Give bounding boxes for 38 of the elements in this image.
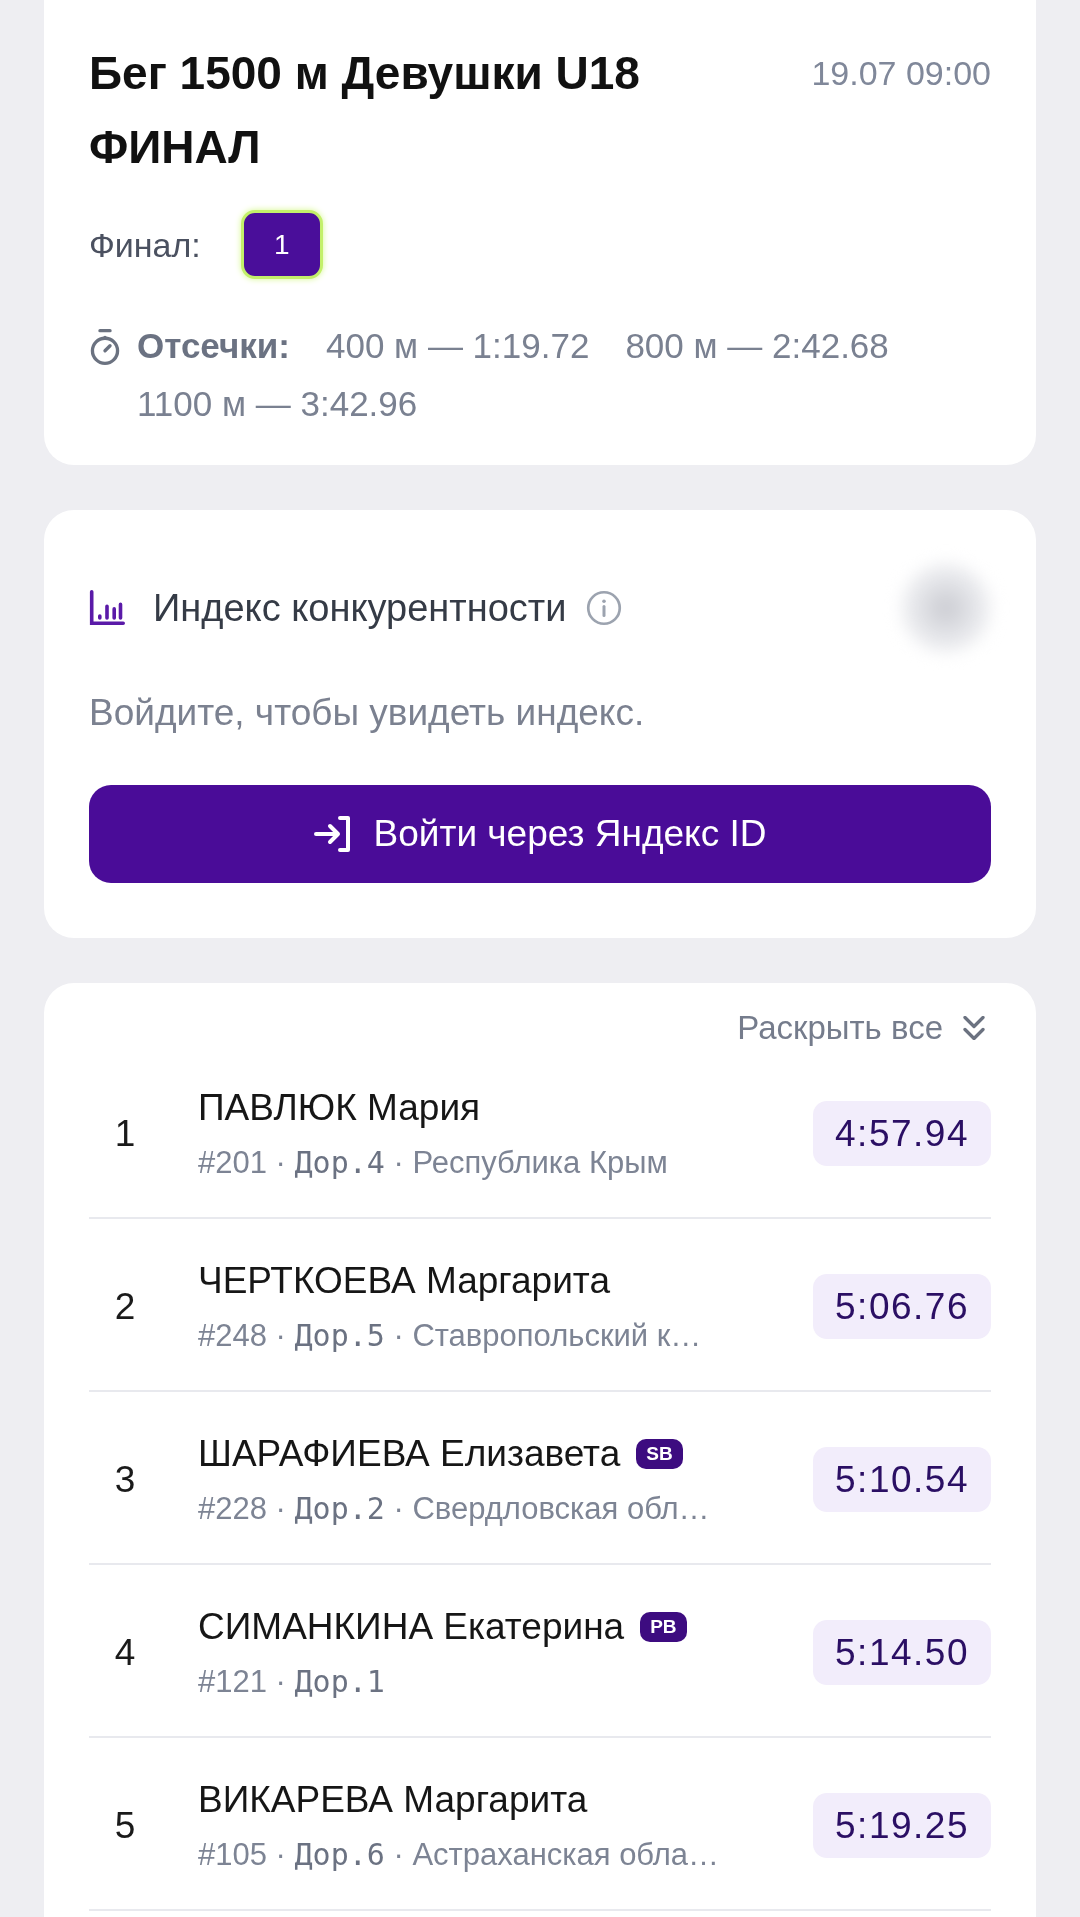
heats-label: Финал: xyxy=(89,224,201,266)
result-time: 5:19.25 xyxy=(813,1793,991,1858)
bar-chart-icon xyxy=(89,590,125,626)
athlete-name: ПАВЛЮК Мария xyxy=(198,1085,481,1130)
athlete-name: ШАРАФИЕВА Елизавета xyxy=(198,1431,621,1476)
result-time: 5:14.50 xyxy=(813,1620,991,1685)
athlete-name: ЧЕРТКОЕВА Маргарита xyxy=(198,1258,610,1303)
split-time: 400 м — 1:19.72 xyxy=(326,325,590,367)
info-icon[interactable] xyxy=(586,590,623,626)
event-title: Бег 1500 м Девушки U18 ФИНАЛ xyxy=(89,46,641,175)
place-number: 2 xyxy=(113,1285,137,1328)
event-datetime: 19.07 09:00 xyxy=(811,53,991,94)
result-time: 5:06.76 xyxy=(813,1274,991,1339)
result-time: 4:57.94 xyxy=(813,1101,991,1166)
athlete-name: ВИКАРЕВА Маргарита xyxy=(198,1777,588,1822)
athlete-details: #105 · Дор.6 · Астраханская обла… xyxy=(198,1835,721,1874)
split-time: 1100 м — 3:42.96 xyxy=(137,383,418,425)
athlete-details: #228 · Дор.2 · Свердловская обл… xyxy=(198,1489,711,1528)
heat-button[interactable]: 1 xyxy=(240,210,323,279)
login-prompt: Войдите, чтобы увидеть индекс. xyxy=(89,691,646,735)
result-time: 5:10.54 xyxy=(813,1447,991,1512)
record-tag: PB xyxy=(640,1611,687,1642)
place-number: 5 xyxy=(113,1804,137,1847)
athlete-details: #201 · Дор.4 · Республика Крым xyxy=(198,1143,669,1182)
splits-label: Отсечки: xyxy=(137,325,290,367)
record-tag: SB xyxy=(636,1438,683,1469)
place-number: 4 xyxy=(113,1631,137,1674)
stopwatch-icon xyxy=(89,329,121,365)
athlete-details: #248 · Дор.5 · Ставропольский к… xyxy=(198,1316,703,1355)
double-chevron-down-icon xyxy=(963,1015,985,1040)
athlete-details: #121 · Дор.1 xyxy=(198,1662,386,1701)
index-title: Индекс конкурентности xyxy=(153,586,567,630)
expand-all-button[interactable]: Раскрыть все xyxy=(737,1009,991,1046)
athlete-name: СИМАНКИНА Екатерина xyxy=(198,1604,625,1649)
login-button[interactable]: Войти через Яндекс ID xyxy=(89,785,991,883)
split-time: 800 м — 2:42.68 xyxy=(625,325,889,367)
place-number: 1 xyxy=(113,1112,137,1155)
place-number: 3 xyxy=(113,1458,137,1501)
